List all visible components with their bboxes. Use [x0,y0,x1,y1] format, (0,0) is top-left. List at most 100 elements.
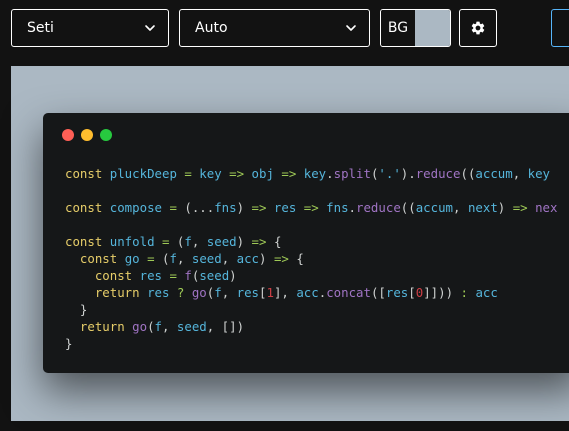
code-token: pluckDeep [109,166,177,181]
code-token: const [65,200,110,215]
code-token: seed [191,251,222,266]
minimize-dot-icon [81,129,93,141]
close-dot-icon [62,129,74,141]
code-token: => [244,234,274,249]
code-token: ). [400,166,416,181]
code-token: (( [400,200,416,215]
code-token: (... [184,200,215,215]
code-token: . [348,200,357,215]
code-token: acc [475,285,498,300]
code-token: compose [109,200,162,215]
code-token: ) [236,200,245,215]
code-token: res [147,285,170,300]
code-token: res [139,268,162,283]
code-token: ) [229,268,237,283]
code-token: f [184,234,192,249]
background-label: BG [381,10,415,46]
code-token: ([ [370,285,386,300]
code-token: { [273,234,282,249]
code-token: = [161,200,185,215]
code-token: const [65,166,110,181]
code-token: ( [147,319,155,334]
code-token: reduce [415,166,461,181]
code-editor[interactable]: const pluckDeep = key => obj => key.spli… [65,165,557,352]
code-token: , []) [206,319,245,334]
code-token: = [154,234,177,249]
code-token: const [65,268,140,283]
code-token: , [176,251,192,266]
code-token: = [162,268,185,283]
code-line: } [65,335,557,352]
code-token: => [296,200,327,215]
code-token: const [65,234,110,249]
code-token: = [139,251,162,266]
code-token: fns [214,200,237,215]
window-controls [62,129,112,141]
code-token: , [221,251,237,266]
code-token: ? [169,285,192,300]
code-token: f [169,251,177,266]
chevron-down-icon [346,25,356,31]
code-token: => [221,166,252,181]
code-token: key [199,166,222,181]
code-token: reduce [356,200,401,215]
code-token: : [453,285,476,300]
code-token: , [453,200,468,215]
code-token: res [273,200,297,215]
code-token: const [65,251,125,266]
code-token: => [273,166,304,181]
code-token: concat [326,285,371,300]
code-token: 1 [266,285,274,300]
code-token: acc [296,285,319,300]
code-token: go [132,319,148,334]
code-token: , [191,234,207,249]
theme-select[interactable]: Seti [11,9,169,47]
code-token: return [65,319,133,334]
code-token: ]])) [423,285,454,300]
code-line: } [65,301,557,318]
code-token: , [221,285,237,300]
language-select-value: Auto [195,20,228,36]
code-token: res [236,285,260,300]
code-token: => [505,200,536,215]
code-token: seed [176,319,207,334]
code-token: => [266,251,297,266]
code-token: [ [408,285,416,300]
toolbar: Seti Auto BG [0,0,569,66]
code-token: fns [326,200,349,215]
code-token: = [176,166,200,181]
code-token: accum [415,200,454,215]
code-token: ) [236,234,245,249]
code-token: f [184,268,192,283]
chevron-down-icon [145,25,155,31]
language-select[interactable]: Auto [179,9,370,47]
code-token: next [467,200,498,215]
code-line: const res = f(seed) [65,267,557,284]
background-color-swatch[interactable] [415,10,450,46]
export-button[interactable] [551,9,569,47]
code-token: res [385,285,409,300]
code-token: key [527,166,551,181]
background-color-picker[interactable]: BG [380,9,451,47]
code-token: '.' [378,166,401,181]
code-token: } [65,336,73,351]
code-window: const pluckDeep = key => obj => key.spli… [43,113,569,373]
code-token: f [214,285,222,300]
code-token: nex [535,200,558,215]
code-token: go [191,285,207,300]
code-token: go [124,251,140,266]
code-token: . [326,166,334,181]
code-token: ], [273,285,297,300]
theme-select-value: Seti [27,20,54,36]
code-line: const go = (f, seed, acc) => { [65,250,557,267]
maximize-dot-icon [100,129,112,141]
code-token: seed [199,268,230,283]
code-line: const pluckDeep = key => obj => key.spli… [65,165,557,182]
gear-icon [471,21,485,35]
settings-button[interactable] [459,9,497,47]
code-token: acc [236,251,260,266]
code-token: , [512,166,528,181]
code-token: seed [206,234,237,249]
